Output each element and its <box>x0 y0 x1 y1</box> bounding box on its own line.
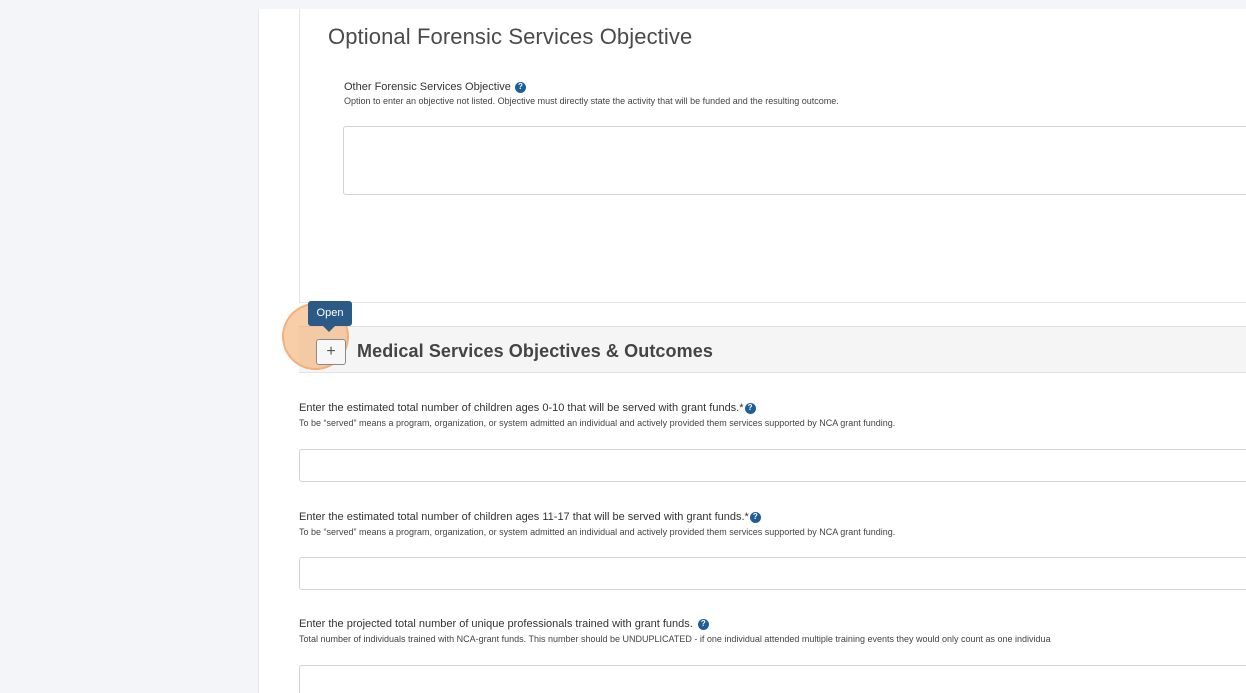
plus-icon: + <box>326 343 336 360</box>
question-label-text: Enter the projected total number of uniq… <box>299 618 693 630</box>
form-page: Optional Forensic Services Objective Oth… <box>258 9 1246 693</box>
other-objective-help: Option to enter an objective not listed.… <box>344 96 839 106</box>
question-label-text: Enter the estimated total number of chil… <box>299 511 749 523</box>
other-objective-label-text: Other Forensic Services Objective <box>344 81 511 93</box>
question-label-children-11-17: Enter the estimated total number of chil… <box>299 511 761 523</box>
help-icon[interactable]: ? <box>749 511 761 523</box>
forensic-section-title: Optional Forensic Services Objective <box>328 24 693 49</box>
question-help-text: Total number of individuals trained with… <box>299 634 1051 644</box>
open-tooltip: Open <box>308 301 352 332</box>
other-objective-textarea[interactable] <box>343 126 1246 195</box>
help-icon[interactable]: ? <box>744 402 756 414</box>
children-11-17-input[interactable] <box>299 557 1246 590</box>
other-objective-label: Other Forensic Services Objective ? <box>344 81 526 93</box>
forensic-objective-card: Optional Forensic Services Objective Oth… <box>299 9 1246 303</box>
expand-button[interactable]: + <box>316 339 346 365</box>
question-help-text: To be “served” means a program, organiza… <box>299 418 896 428</box>
left-sidebar <box>0 9 258 693</box>
medical-section-title: Medical Services Objectives & Outcomes <box>357 341 713 361</box>
question-label-professionals-trained: Enter the projected total number of uniq… <box>299 618 709 630</box>
professionals-trained-input[interactable] <box>299 665 1246 693</box>
question-label-children-0-10: Enter the estimated total number of chil… <box>299 402 756 414</box>
help-icon[interactable]: ? <box>697 618 709 630</box>
question-label-text: Enter the estimated total number of chil… <box>299 402 744 414</box>
help-icon[interactable]: ? <box>514 81 526 93</box>
question-help-text: To be “served” means a program, organiza… <box>299 527 896 537</box>
children-0-10-input[interactable] <box>299 449 1246 482</box>
top-strip <box>0 0 1246 9</box>
